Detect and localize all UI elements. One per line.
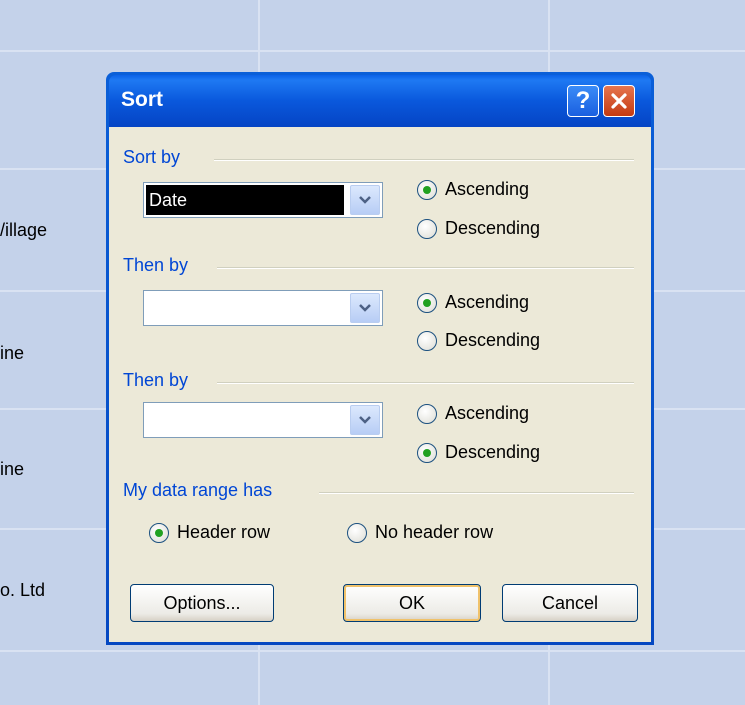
radio-label: Descending <box>445 218 541 238</box>
cell-text: ine <box>0 459 25 479</box>
header-row-radio[interactable]: Header row <box>149 522 270 543</box>
grid-line <box>0 50 745 52</box>
then-by-2-ascending-radio[interactable]: Ascending <box>417 403 529 424</box>
sort-by-ascending-radio[interactable]: Ascending <box>417 179 529 200</box>
radio-label: Ascending <box>445 179 530 199</box>
data-range-label: My data range has <box>123 480 273 500</box>
group-separator <box>217 382 634 384</box>
group-separator <box>214 159 634 161</box>
no-header-row-radio[interactable]: No header row <box>347 522 493 543</box>
dropdown-button[interactable] <box>350 185 380 215</box>
radio-selected-icon <box>417 179 437 200</box>
chevron-down-icon <box>359 196 371 204</box>
close-icon <box>611 93 627 109</box>
sort-by-descending-radio[interactable]: Descending <box>417 218 540 239</box>
radio-selected-icon <box>417 442 437 463</box>
question-mark-icon: ? <box>575 87 591 114</box>
dialog-body: Sort by Date Ascending Descending Then b… <box>109 127 651 642</box>
cell-text: o. Ltd <box>0 580 46 600</box>
radio-label: Descending <box>445 442 541 462</box>
chevron-down-icon <box>359 304 371 312</box>
radio-unselected-icon <box>417 403 437 424</box>
radio-unselected-icon <box>417 330 437 351</box>
dialog-title: Sort <box>121 88 163 111</box>
dropdown-button[interactable] <box>350 405 380 435</box>
radio-unselected-icon <box>417 218 437 239</box>
grid-line <box>0 650 745 652</box>
then-by-dropdown-1[interactable] <box>143 290 383 326</box>
then-by-dropdown-2[interactable] <box>143 402 383 438</box>
then-by-value <box>146 405 344 435</box>
title-bar[interactable]: Sort ? <box>109 75 651 127</box>
sort-dialog: Sort ? Sort by Date Ascending Descending… <box>106 72 654 645</box>
group-separator <box>217 267 634 269</box>
radio-selected-icon <box>417 292 437 313</box>
group-separator <box>319 492 634 494</box>
sort-by-label: Sort by <box>123 147 181 167</box>
ok-button[interactable]: OK <box>343 584 481 622</box>
cell-text: /illage <box>0 220 48 240</box>
then-by-value <box>146 293 344 323</box>
then-by-1-ascending-radio[interactable]: Ascending <box>417 292 529 313</box>
then-by-label: Then by <box>123 255 189 275</box>
then-by-label: Then by <box>123 370 189 390</box>
cancel-button[interactable]: Cancel <box>502 584 638 622</box>
dropdown-button[interactable] <box>350 293 380 323</box>
then-by-1-descending-radio[interactable]: Descending <box>417 330 540 351</box>
chevron-down-icon <box>359 416 371 424</box>
radio-selected-icon <box>149 522 169 543</box>
options-button[interactable]: Options... <box>130 584 274 622</box>
radio-unselected-icon <box>347 522 367 543</box>
sort-by-value: Date <box>146 185 344 215</box>
radio-label: Header row <box>177 522 271 542</box>
sort-by-dropdown[interactable]: Date <box>143 182 383 218</box>
then-by-2-descending-radio[interactable]: Descending <box>417 442 540 463</box>
radio-label: Ascending <box>445 292 530 312</box>
radio-label: Descending <box>445 330 541 350</box>
cell-text: ine <box>0 343 25 363</box>
radio-label: Ascending <box>445 403 530 423</box>
close-button[interactable] <box>603 85 635 117</box>
help-button[interactable]: ? <box>567 85 599 117</box>
radio-label: No header row <box>375 522 494 542</box>
